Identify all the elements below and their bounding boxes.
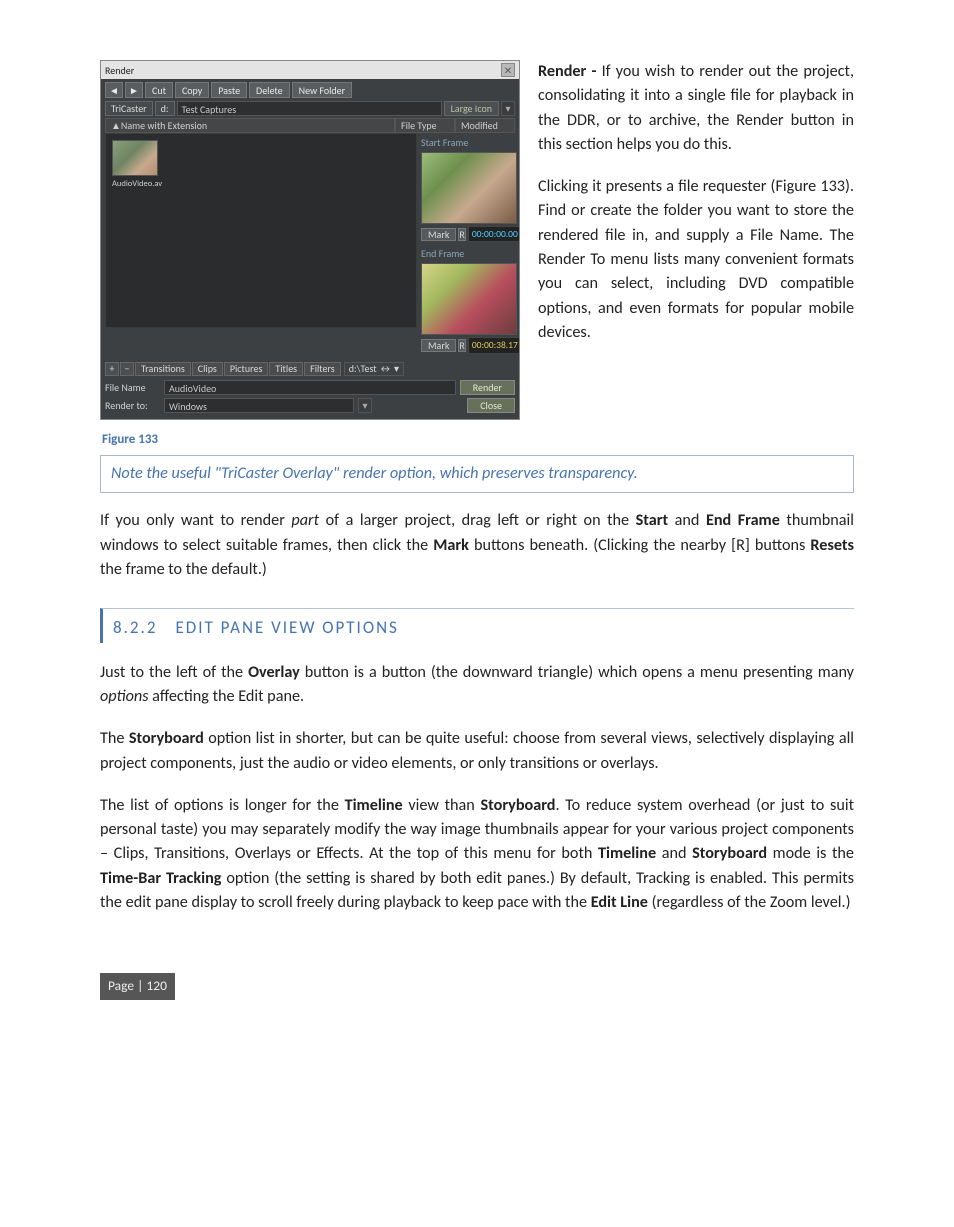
end-frame-label: End Frame	[421, 246, 515, 261]
intro-heading: Render -	[538, 62, 602, 81]
file-item[interactable]: AudioVideo.av	[112, 140, 158, 191]
file-name-label: File Name	[105, 380, 160, 395]
add-button[interactable]: +	[105, 362, 119, 376]
para-timeline: The list of options is longer for the Ti…	[100, 794, 854, 915]
render-to-dropdown[interactable]: Windows	[164, 398, 354, 413]
path-input[interactable]: Test Captures	[177, 101, 442, 116]
col-modified[interactable]: Modified	[455, 118, 515, 133]
start-frame-label: Start Frame	[421, 135, 515, 150]
section-heading: 8.2.2 EDIT PANE VIEW OPTIONS	[100, 608, 854, 643]
figure-caption: Figure 133	[102, 430, 854, 450]
render-button[interactable]: Render	[460, 380, 515, 395]
delete-button[interactable]: Delete	[249, 82, 290, 98]
nav-forward-button[interactable]: ►	[125, 82, 143, 98]
close-button[interactable]: Close	[467, 398, 515, 413]
nav-back-button[interactable]: ◄	[105, 82, 123, 98]
tab-filters[interactable]: Filters	[304, 362, 341, 376]
cut-button[interactable]: Cut	[145, 82, 173, 98]
tab-transitions[interactable]: Transitions	[135, 362, 191, 376]
file-name-input[interactable]: AudioVideo	[164, 380, 456, 395]
page-footer: Page | 120	[100, 973, 175, 999]
start-frame-thumbnail[interactable]	[421, 152, 517, 224]
section-title: EDIT PANE VIEW OPTIONS	[175, 617, 398, 638]
start-mark-button[interactable]: Mark	[421, 228, 456, 241]
end-frame-thumbnail[interactable]	[421, 263, 517, 335]
para-storyboard: The Storyboard option list in shorter, b…	[100, 727, 854, 776]
view-mode-chevron-icon[interactable]: ▾	[501, 101, 515, 116]
paste-button[interactable]: Paste	[211, 82, 247, 98]
remove-button[interactable]: −	[120, 362, 134, 376]
end-timecode: 00:00:38.17	[468, 337, 520, 353]
copy-button[interactable]: Copy	[175, 82, 209, 98]
start-reset-button[interactable]: R	[458, 228, 465, 241]
para-partial: If you only want to render part of a lar…	[100, 509, 854, 582]
path-seg-tricaster[interactable]: TriCaster	[105, 101, 153, 116]
titlebar: Render ✕	[101, 61, 519, 79]
file-list[interactable]: AudioVideo.av	[105, 133, 417, 328]
note-box: Note the useful "TriCaster Overlay" rend…	[100, 455, 854, 493]
end-reset-button[interactable]: R	[458, 339, 465, 352]
col-name[interactable]: ▲ Name with Extension	[105, 118, 395, 133]
start-timecode: 00:00:00.00	[468, 226, 520, 242]
tab-clips[interactable]: Clips	[192, 362, 223, 376]
close-icon[interactable]: ✕	[501, 63, 515, 77]
file-label: AudioVideo.av	[112, 178, 158, 191]
end-mark-button[interactable]: Mark	[421, 339, 456, 352]
render-dialog: Render ✕ ◄ ► Cut Copy Paste Delete New F…	[100, 60, 520, 420]
render-to-label: Render to:	[105, 398, 160, 413]
tab-path[interactable]: d:\Test ↔ ▾	[344, 362, 404, 376]
tab-titles[interactable]: Titles	[269, 362, 303, 376]
col-type[interactable]: File Type	[395, 118, 455, 133]
window-title: Render	[105, 63, 134, 78]
new-folder-button[interactable]: New Folder	[292, 82, 353, 98]
view-mode-dropdown[interactable]: Large Icon	[444, 101, 499, 116]
file-thumbnail	[112, 140, 158, 176]
tab-pictures[interactable]: Pictures	[224, 362, 269, 376]
para-overlay: Just to the left of the Overlay button i…	[100, 661, 854, 710]
section-number: 8.2.2	[113, 617, 157, 638]
render-to-chevron-icon[interactable]: ▾	[358, 398, 372, 413]
path-seg-drive[interactable]: d:	[155, 101, 175, 116]
intro-text: Render - If you wish to render out the p…	[538, 60, 854, 420]
